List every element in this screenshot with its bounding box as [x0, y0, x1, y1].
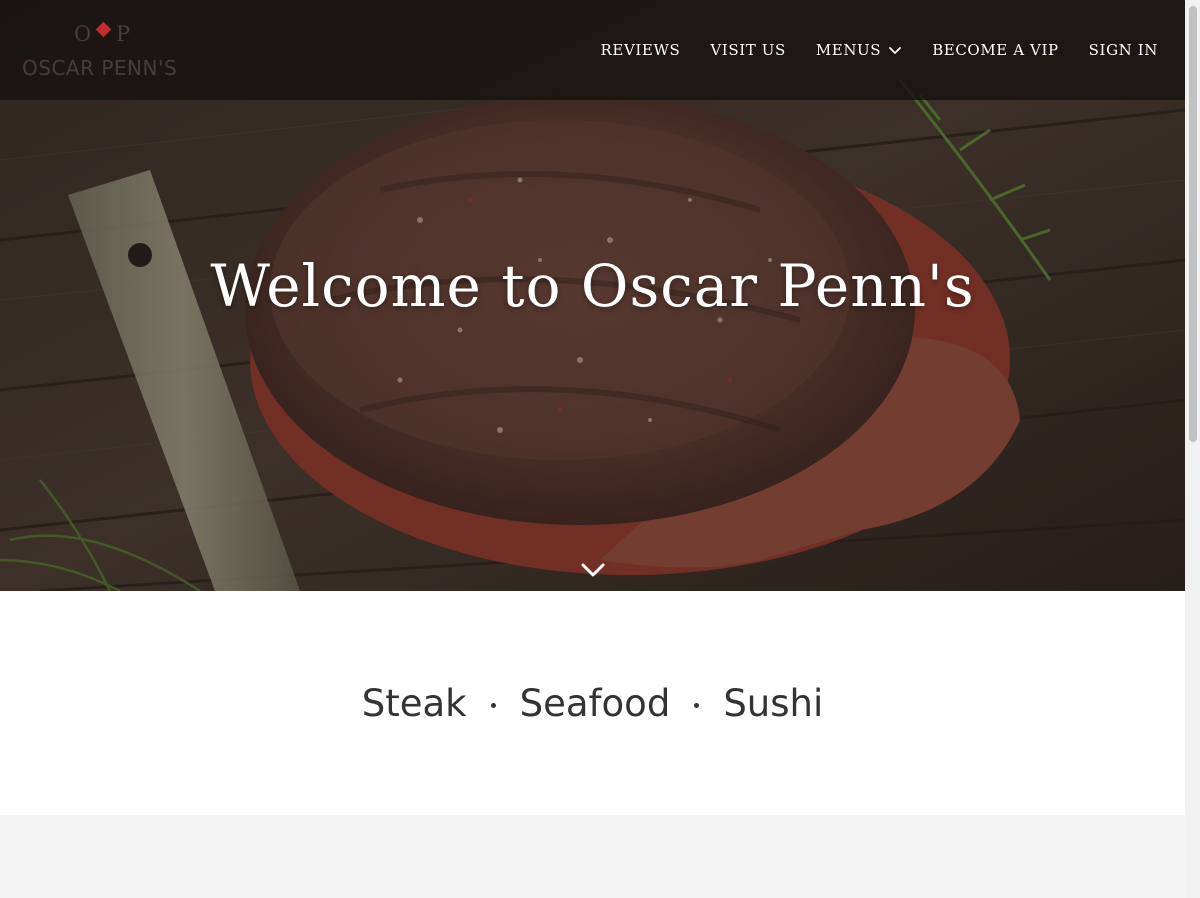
nav-item-label: VISIT US	[710, 41, 786, 59]
nav-item-menus[interactable]: MENUS	[816, 41, 902, 59]
tagline-item: Sushi	[723, 682, 824, 725]
next-section-band	[0, 815, 1185, 898]
nav-item-label: MENUS	[815, 41, 882, 59]
logo-monogram-right: P	[116, 22, 133, 46]
logo-monogram-left: O	[74, 22, 94, 46]
scrollbar-thumb[interactable]	[1189, 6, 1197, 442]
nav-item-visit-us[interactable]: VISIT US	[710, 41, 785, 59]
cuisine-tagline: Steak Seafood Sushi	[0, 682, 1185, 725]
page-scrollbar[interactable]	[1185, 0, 1200, 898]
chevron-down-icon[interactable]	[580, 560, 606, 580]
nav-item-reviews[interactable]: REVIEWS	[601, 41, 681, 59]
top-navigation-bar: O P OSCAR PENN'S REVIEWS VISIT US MENUS …	[0, 0, 1185, 100]
chevron-down-icon	[889, 47, 902, 54]
tagline-item: Seafood	[519, 682, 671, 725]
tagline-item: Steak	[361, 682, 467, 725]
nav-item-label: SIGN IN	[1088, 41, 1158, 59]
site-logo[interactable]: O P OSCAR PENN'S	[22, 18, 194, 84]
separator-dot	[490, 703, 496, 708]
nav-item-sign-in[interactable]: SIGN IN	[1089, 41, 1158, 59]
main-nav: REVIEWS VISIT US MENUS BECOME A VIP SIGN…	[601, 38, 1158, 62]
nav-item-label: BECOME A VIP	[932, 41, 1059, 59]
nav-item-become-a-vip[interactable]: BECOME A VIP	[932, 41, 1058, 59]
hero-headline: Welcome to Oscar Penn's	[210, 252, 975, 320]
nav-item-label: REVIEWS	[600, 41, 681, 59]
separator-dot	[694, 703, 700, 708]
logo-wordmark: OSCAR PENN'S	[22, 56, 178, 80]
